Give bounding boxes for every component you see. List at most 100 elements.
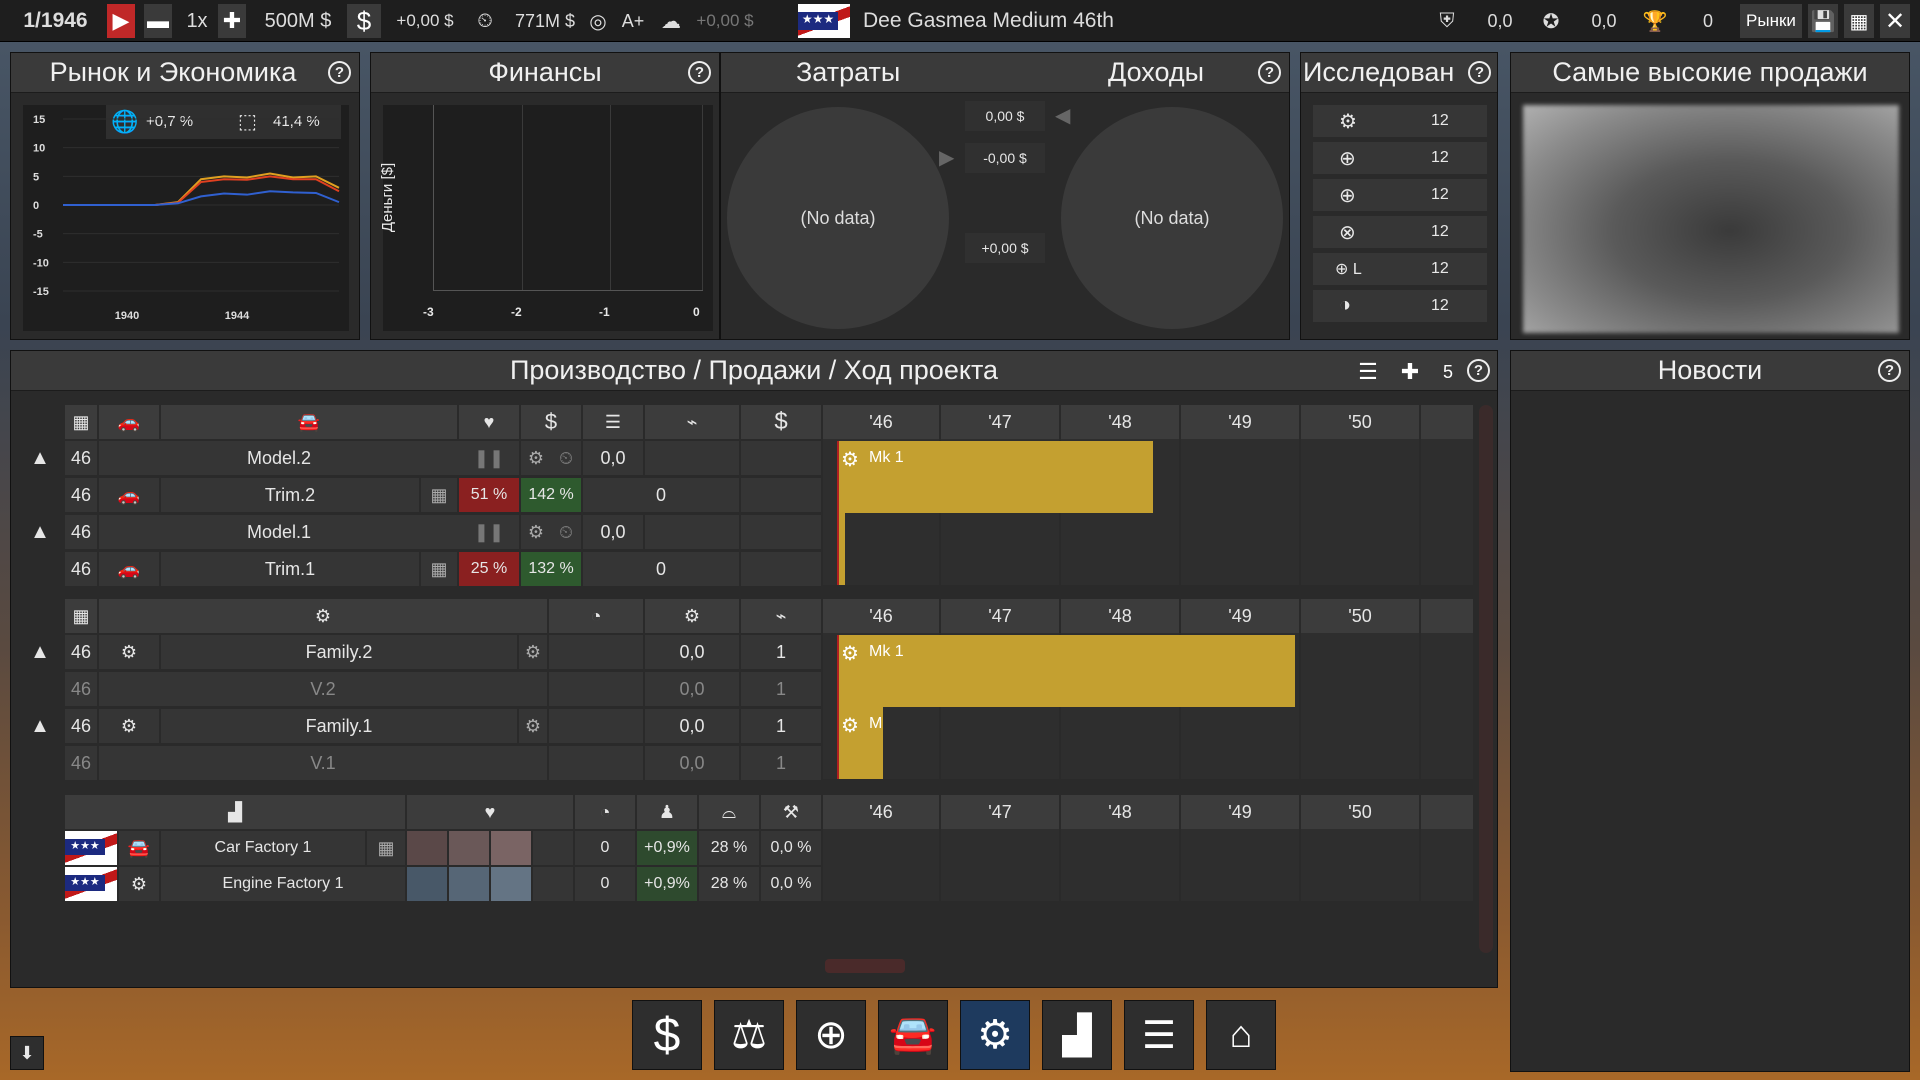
country-flag[interactable]: ★★★ — [798, 4, 850, 38]
factory-icon[interactable]: ⏲ — [551, 515, 581, 549]
family-name[interactable]: Family.2 — [161, 635, 517, 669]
expand-icon[interactable]: ▲ — [25, 515, 55, 549]
calculator-icon[interactable]: ▦ — [421, 552, 457, 586]
variant-name[interactable]: V.1 — [99, 746, 547, 780]
collapse-button[interactable]: ⬇ — [10, 1036, 44, 1070]
model-name[interactable]: Model.1 — [99, 515, 459, 549]
gear-icon[interactable]: ⚙ — [521, 441, 551, 475]
add-project-button[interactable]: ✚ — [1393, 355, 1427, 389]
empty-cell — [549, 672, 643, 706]
safety-icon: ◑ — [1339, 294, 1352, 316]
close-icon: ✕ — [1884, 7, 1906, 35]
research-row[interactable]: ◑ 12 — [1313, 290, 1487, 322]
trim-name[interactable]: Trim.2 — [161, 478, 419, 512]
markets-button[interactable]: Рынки — [1740, 4, 1802, 38]
target-dock-button[interactable]: ⊕ — [796, 1000, 866, 1070]
family-value: 0,0 — [645, 709, 739, 743]
factory-name[interactable]: Car Factory 1 — [161, 831, 365, 865]
engine-dock-button[interactable]: ⚙ — [960, 1000, 1030, 1070]
dealer-dock-button[interactable]: ⌂ — [1206, 1000, 1276, 1070]
pause-icon[interactable]: ❚❚ — [459, 441, 519, 475]
year-header: '49 — [1181, 405, 1299, 439]
expand-icon[interactable]: ▲ — [25, 635, 55, 669]
production-help-icon[interactable]: ? — [1467, 359, 1490, 382]
expand-icon[interactable]: ▲ — [25, 441, 55, 475]
finance-panel: Финансы ? Деньги [$] -3 -2 -1 0 — [370, 52, 720, 340]
costs-income-panel: Затраты Доходы ? (No data) (No data) 0,0… — [720, 52, 1290, 340]
research-row[interactable]: ⊕ L 12 — [1313, 253, 1487, 285]
income-title: Доходы — [1108, 57, 1205, 87]
family-name[interactable]: Family.1 — [161, 709, 517, 743]
gear-icon[interactable]: ⚙ — [519, 709, 547, 743]
vertical-scrollbar[interactable] — [1479, 405, 1493, 953]
play-button[interactable]: ▶ — [107, 4, 135, 38]
costs-header: Затраты Доходы — [721, 53, 1289, 93]
costs-help-icon[interactable]: ? — [1258, 61, 1281, 84]
wrench-gear-icon: ⚙ — [841, 643, 859, 665]
series-line — [63, 175, 340, 206]
gear-icon[interactable]: ⚙ — [521, 515, 551, 549]
sliders-icon: ☰ — [1141, 1014, 1177, 1057]
settings-dock-button[interactable]: ☰ — [1124, 1000, 1194, 1070]
factory-icon[interactable]: ⏲ — [551, 441, 581, 475]
gear-icon[interactable]: ⚙ — [519, 635, 547, 669]
rating-display: A+ — [621, 10, 645, 31]
car-icon: 🚗 — [99, 478, 159, 512]
market-help-icon[interactable]: ? — [328, 61, 351, 84]
news-panel: Новости ? — [1510, 350, 1910, 1072]
research-value: 12 — [1431, 112, 1449, 129]
dollar-icon: $ — [521, 405, 581, 439]
family1-bar[interactable]: ⚙ M — [837, 707, 883, 779]
family2-bar[interactable]: ⚙ Mk 1 — [837, 635, 1295, 707]
current-date-marker — [837, 441, 839, 585]
quality-swatch — [407, 867, 447, 901]
calculator-icon[interactable]: ▦ — [421, 478, 457, 512]
calculator-icon[interactable]: ▦ — [367, 831, 405, 865]
gearbox-icon: ⊕ — [1339, 148, 1356, 170]
faster-button[interactable]: ✚ — [218, 4, 246, 38]
slower-button[interactable]: ▬ — [144, 4, 172, 38]
trim-name[interactable]: Trim.1 — [161, 552, 419, 586]
save-button[interactable]: 💾 — [1808, 4, 1838, 38]
model-value: 0,0 — [583, 515, 643, 549]
research-row[interactable]: ⚙ 12 — [1313, 105, 1487, 137]
model-name[interactable]: Model.2 — [99, 441, 459, 475]
top-sales-header: Самые высокие продажи — [1511, 53, 1909, 93]
factory-name[interactable]: Engine Factory 1 — [161, 867, 405, 901]
variant-name[interactable]: V.2 — [99, 672, 547, 706]
rating-icon: ◎ — [589, 10, 607, 33]
research-value: 12 — [1431, 260, 1449, 277]
model-value: 0,0 — [583, 441, 643, 475]
expand-icon[interactable]: ▲ — [25, 709, 55, 743]
year-header: '50 — [1301, 405, 1419, 439]
list-view-button[interactable]: ☰ — [1351, 355, 1385, 389]
production-panel: Производство / Продажи / Ход проекта ☰ ✚… — [10, 350, 1498, 988]
horizontal-scrollbar[interactable] — [825, 959, 905, 973]
factory-dock-button[interactable]: ▟ — [1042, 1000, 1112, 1070]
plus-icon: ✚ — [1400, 359, 1420, 384]
law-dock-button[interactable]: ⚖ — [714, 1000, 784, 1070]
research-row[interactable]: ⊕ 12 — [1313, 142, 1487, 174]
model2-bar[interactable]: ⚙ Mk 1 — [837, 441, 1153, 513]
finance-help-icon[interactable]: ? — [688, 61, 711, 84]
calculator-button[interactable]: ▦ — [1844, 4, 1874, 38]
car-dock-button[interactable]: 🚘 — [878, 1000, 948, 1070]
bar-label: Mk 1 — [869, 643, 904, 660]
research-row[interactable]: ⊗ 12 — [1313, 216, 1487, 248]
finance-dock-button[interactable]: $ — [632, 1000, 702, 1070]
car-icon: 🚘 — [889, 1014, 937, 1056]
pause-icon[interactable]: ❚❚ — [459, 515, 519, 549]
stack-icon: ☰ — [583, 405, 643, 439]
family-count: 1 — [741, 709, 821, 743]
research-help-icon[interactable]: ? — [1468, 61, 1491, 84]
year-header-spacer — [1421, 795, 1473, 829]
research-row[interactable]: ⊕ 12 — [1313, 179, 1487, 211]
close-button[interactable]: ✕ — [1880, 4, 1910, 38]
news-help-icon[interactable]: ? — [1878, 359, 1901, 382]
scales-icon: ⚖ — [731, 1013, 767, 1057]
research-panel: Исследован ? ⚙ 12 ⊕ 12 ⊕ 12 ⊗ 12 ⊕ L 12 ◑ 12 — [1300, 52, 1498, 340]
bar-label: Mk 1 — [869, 449, 904, 466]
finance-button[interactable]: $ — [347, 4, 381, 38]
engine-icon: ⚙ — [1339, 111, 1357, 133]
helmet-icon: ⌓ — [699, 795, 759, 829]
